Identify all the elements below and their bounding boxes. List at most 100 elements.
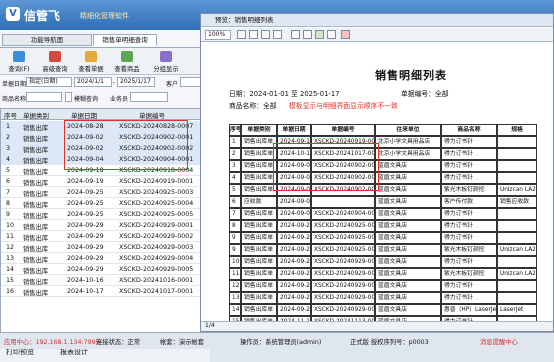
report-cell: XSCKD-20240925-0003 xyxy=(311,220,375,232)
next-page-icon[interactable] xyxy=(261,30,270,39)
report-cell: 得力订书针 xyxy=(441,208,497,220)
highlight-box-right xyxy=(273,143,379,191)
report-cell: 2 xyxy=(229,148,241,160)
status-account: 帐套：演示帐套 xyxy=(160,339,205,346)
report-cell: 12 xyxy=(229,280,241,292)
report-cell: 得力订书针 xyxy=(441,232,497,244)
excel-icon[interactable] xyxy=(315,30,324,39)
highlight-box-left xyxy=(64,120,188,170)
table-cell: 2024-09-25 xyxy=(67,200,104,207)
table-row[interactable]: 7 销售出库 2024-09-25 XSCKD-20240925-0003 xyxy=(1,187,205,198)
table-row[interactable]: 12 销售出库 2024-09-29 XSCKD-20240929-0003 xyxy=(1,242,205,253)
report-cell: 13 xyxy=(229,292,241,304)
group-icon xyxy=(160,51,172,62)
table-cell: 2024-09-25 xyxy=(67,211,104,218)
table-cell: 11 xyxy=(6,233,15,240)
table-cell: 14 xyxy=(6,266,15,273)
table-cell: 5 xyxy=(6,167,11,174)
product-input[interactable] xyxy=(26,92,62,102)
table-cell: 2024-10-16 xyxy=(67,277,104,284)
report-cell: 蓝盾文具店 xyxy=(375,196,441,208)
status-version: 正式版 授权序列号：p0003 xyxy=(350,339,429,346)
report-cell: 销售出库单 xyxy=(241,268,277,280)
report-cell: 3 xyxy=(229,160,241,172)
table-cell: 销售出库 xyxy=(23,257,49,264)
fuzzy-checkbox[interactable] xyxy=(65,92,72,102)
date-from-input[interactable]: 2024/1/1 xyxy=(74,77,112,87)
export-icon[interactable] xyxy=(303,30,312,39)
table-cell: 销售出库 xyxy=(23,169,49,176)
report-cell: LaserJet xyxy=(497,304,537,316)
tab-sales-detail-query[interactable]: 销售单明细查询 xyxy=(93,34,157,46)
report-cell xyxy=(497,256,537,268)
logo-icon: V xyxy=(6,7,20,21)
zoom-select[interactable]: 100% xyxy=(205,30,231,40)
salesman-input[interactable] xyxy=(130,92,168,102)
status-server: 应用中心：192.168.1.134:7999 xyxy=(4,339,100,346)
report-title: 销售明细列表 xyxy=(375,69,447,82)
table-cell: 销售出库 xyxy=(23,147,49,154)
report-cell: 紫光木板钉颜挖 xyxy=(441,268,497,280)
last-page-icon[interactable] xyxy=(273,30,282,39)
table-row[interactable]: 8 销售出库 2024-09-25 XSCKD-20240925-0004 xyxy=(1,198,205,209)
tab-navigation[interactable]: 功能导航面 xyxy=(2,34,92,46)
table-row[interactable]: 11 销售出库 2024-09-29 XSCKD-20240929-0002 xyxy=(1,231,205,242)
report-cell: Unizcan LA2000 xyxy=(497,268,537,280)
report-cell: 销售应收款 xyxy=(497,196,537,208)
query-button[interactable]: 查询(F) xyxy=(2,50,36,74)
report-cell: 2024-09-25 xyxy=(277,244,311,256)
first-page-icon[interactable] xyxy=(237,30,246,39)
table-cell: 销售出库 xyxy=(23,235,49,242)
report-cell: 蓝盾文具店 xyxy=(375,280,441,292)
advanced-query-button[interactable]: 高级查询 xyxy=(38,50,72,74)
report-product: 商品名称：全部 xyxy=(229,102,277,110)
table-cell: XSCKD-20240929-0005 xyxy=(119,266,194,273)
date-to-input[interactable]: 2025/1/17 xyxy=(117,77,155,87)
table-cell: 2024-09-29 xyxy=(67,266,104,273)
grid-header: 序号 单据类别 单据日期 单据编号 xyxy=(1,109,205,120)
table-row[interactable]: 6 销售出库 2024-09-19 XSCKD-20240919-0001 xyxy=(1,176,205,187)
col-date: 单据日期 xyxy=(71,112,97,120)
table-row[interactable]: 16 销售出库 2024-10-17 XSCKD-20241017-0001 xyxy=(1,286,205,297)
table-row[interactable]: 13 销售出库 2024-09-29 XSCKD-20240929-0004 xyxy=(1,253,205,264)
report-cell: 销售出库单 xyxy=(241,256,277,268)
report-cell: 销售出库单 xyxy=(241,280,277,292)
table-cell: XSCKD-20240919-0001 xyxy=(119,178,194,185)
salesman-label: 业务员 xyxy=(110,96,129,103)
table-cell: XSCKD-20240929-0003 xyxy=(119,244,194,251)
prev-page-icon[interactable] xyxy=(249,30,258,39)
report-cell: XSCKD-20240929-0002 xyxy=(311,268,375,280)
view-document-button[interactable]: 查看单据 xyxy=(74,50,108,74)
table-cell: XSCKD-20240929-0001 xyxy=(119,222,194,229)
table-cell: 16 xyxy=(6,288,15,295)
report-cell: 2024-09-29 xyxy=(277,292,311,304)
report-cell: 蓝盾文具店 xyxy=(375,220,441,232)
group-display-button[interactable]: 分组显示 xyxy=(146,50,186,74)
table-cell: 销售出库 xyxy=(23,224,49,231)
report-cell: 8 xyxy=(229,220,241,232)
table-cell: 销售出库 xyxy=(23,290,49,297)
save-icon[interactable] xyxy=(327,30,336,39)
product-filter-row: 商品名称 模糊查询 业务员 xyxy=(0,92,210,104)
report-cell: 北京小学文具用品店 xyxy=(375,136,441,148)
report-cell: 得力订书针 xyxy=(441,220,497,232)
close-icon[interactable] xyxy=(341,30,350,39)
print-icon[interactable] xyxy=(291,30,300,39)
date-range-select[interactable]: 指定(日期) xyxy=(26,77,72,87)
report-col-header: 单据类别 xyxy=(241,124,277,136)
table-row[interactable]: 9 销售出库 2024-09-25 XSCKD-20240925-0005 xyxy=(1,209,205,220)
table-row[interactable]: 10 销售出库 2024-09-29 XSCKD-20240929-0001 xyxy=(1,220,205,231)
table-cell: XSCKD-20240929-0002 xyxy=(119,233,194,240)
view-product-button[interactable]: 查看商品 xyxy=(110,50,144,74)
table-cell: XSCKD-20240925-0003 xyxy=(119,189,194,196)
report-cell: 4 xyxy=(229,172,241,184)
report-cell: 7 xyxy=(229,208,241,220)
table-cell: 销售出库 xyxy=(23,279,49,286)
report-cell: 蓝盾文具店 xyxy=(375,172,441,184)
message-center-link[interactable]: 消息提醒中心 xyxy=(480,337,518,346)
table-row[interactable]: 15 销售出库 2024-10-16 XSCKD-20241016-0001 xyxy=(1,275,205,286)
report-cell: 销售出库单 xyxy=(241,172,277,184)
report-col-header: 单据日期 xyxy=(277,124,311,136)
table-row[interactable]: 14 销售出库 2024-09-29 XSCKD-20240929-0005 xyxy=(1,264,205,275)
document-icon xyxy=(85,51,97,62)
